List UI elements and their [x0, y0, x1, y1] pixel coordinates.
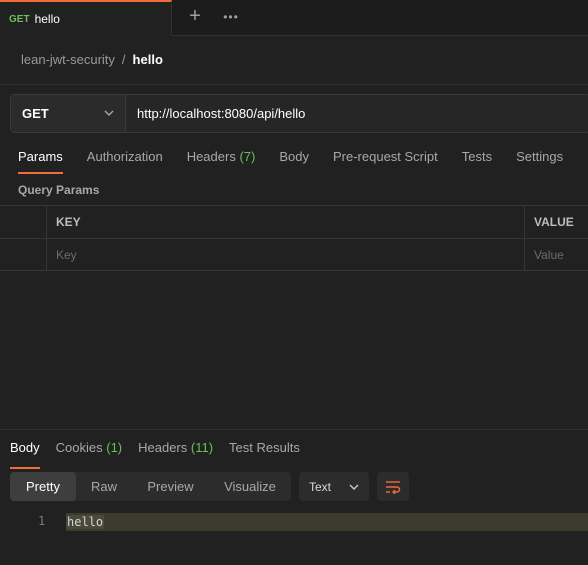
tab-bar: GET hello + ••• [0, 0, 588, 36]
tab-prerequest-script[interactable]: Pre-request Script [333, 149, 438, 174]
wrap-lines-button[interactable] [377, 472, 409, 501]
headers-count-badge: (7) [239, 149, 256, 164]
tab-body[interactable]: Body [279, 149, 309, 174]
value-column-header: VALUE [524, 206, 588, 238]
query-params-title: Query Params [18, 183, 100, 197]
url-input[interactable]: http://localhost:8080/api/hello [126, 95, 588, 132]
key-header-label: KEY [56, 215, 81, 229]
request-bar: GET http://localhost:8080/api/hello [10, 94, 588, 133]
query-params-table: KEY VALUE Key Value [0, 205, 588, 271]
more-icon[interactable]: ••• [220, 6, 242, 28]
tab-authorization[interactable]: Authorization [87, 149, 163, 174]
key-input[interactable]: Key [46, 239, 524, 270]
key-column-header: KEY [46, 206, 524, 238]
key-placeholder: Key [56, 247, 77, 262]
tab-tests[interactable]: Tests [462, 149, 492, 174]
view-mode-segmented-control: Pretty Raw Preview Visualize [10, 472, 291, 501]
chevron-down-icon [104, 110, 114, 116]
response-headers-label: Headers [138, 440, 188, 455]
cookies-count-badge: (1) [106, 440, 123, 455]
value-input[interactable]: Value [524, 239, 588, 270]
breadcrumb-separator: / [121, 52, 126, 67]
breadcrumb-request-name[interactable]: hello [133, 52, 163, 67]
breadcrumb-collection[interactable]: lean-jwt-security [21, 52, 115, 67]
tab-headers[interactable]: Headers (7) [187, 149, 256, 174]
code-line: hello [66, 513, 588, 531]
tab-params[interactable]: Params [18, 149, 63, 174]
tab-settings[interactable]: Settings [516, 149, 563, 174]
response-tab-test-results[interactable]: Test Results [229, 440, 300, 469]
method-select[interactable]: GET [11, 95, 126, 132]
tab-headers-label: Headers [186, 149, 236, 164]
chevron-down-icon [349, 484, 359, 490]
response-headers-count-badge: (11) [190, 440, 214, 455]
format-label: Text [309, 479, 332, 494]
response-body-text: hello [66, 515, 105, 529]
response-tabs: Body Cookies (1) Headers (11) Test Resul… [10, 440, 316, 469]
response-tab-cookies[interactable]: Cookies (1) [56, 440, 122, 469]
plus-icon[interactable]: + [184, 6, 206, 28]
view-preview-button[interactable]: Preview [132, 472, 209, 501]
value-placeholder: Value [534, 247, 564, 262]
value-header-label: VALUE [534, 215, 574, 229]
request-tab-hello[interactable]: GET hello [0, 0, 172, 36]
response-body-editor[interactable]: 1 hello [0, 513, 588, 531]
format-select[interactable]: Text [299, 472, 369, 501]
divider [0, 84, 588, 85]
cookies-label: Cookies [55, 440, 103, 455]
response-tab-headers[interactable]: Headers (11) [138, 440, 213, 469]
response-divider[interactable] [0, 429, 588, 430]
table-row: Key Value [0, 238, 588, 271]
request-tabs: Params Authorization Headers (7) Body Pr… [18, 149, 587, 174]
line-number: 1 [38, 514, 46, 528]
wrap-lines-icon [386, 480, 401, 494]
view-pretty-button[interactable]: Pretty [10, 472, 76, 501]
table-header-row: KEY VALUE [0, 205, 588, 238]
tab-method-label: GET [9, 13, 30, 25]
view-raw-button[interactable]: Raw [76, 472, 132, 501]
tab-title: hello [34, 12, 60, 26]
view-visualize-button[interactable]: Visualize [209, 472, 291, 501]
response-tab-body[interactable]: Body [10, 440, 40, 469]
method-label: GET [22, 106, 49, 121]
breadcrumb: lean-jwt-security / hello [21, 52, 163, 67]
